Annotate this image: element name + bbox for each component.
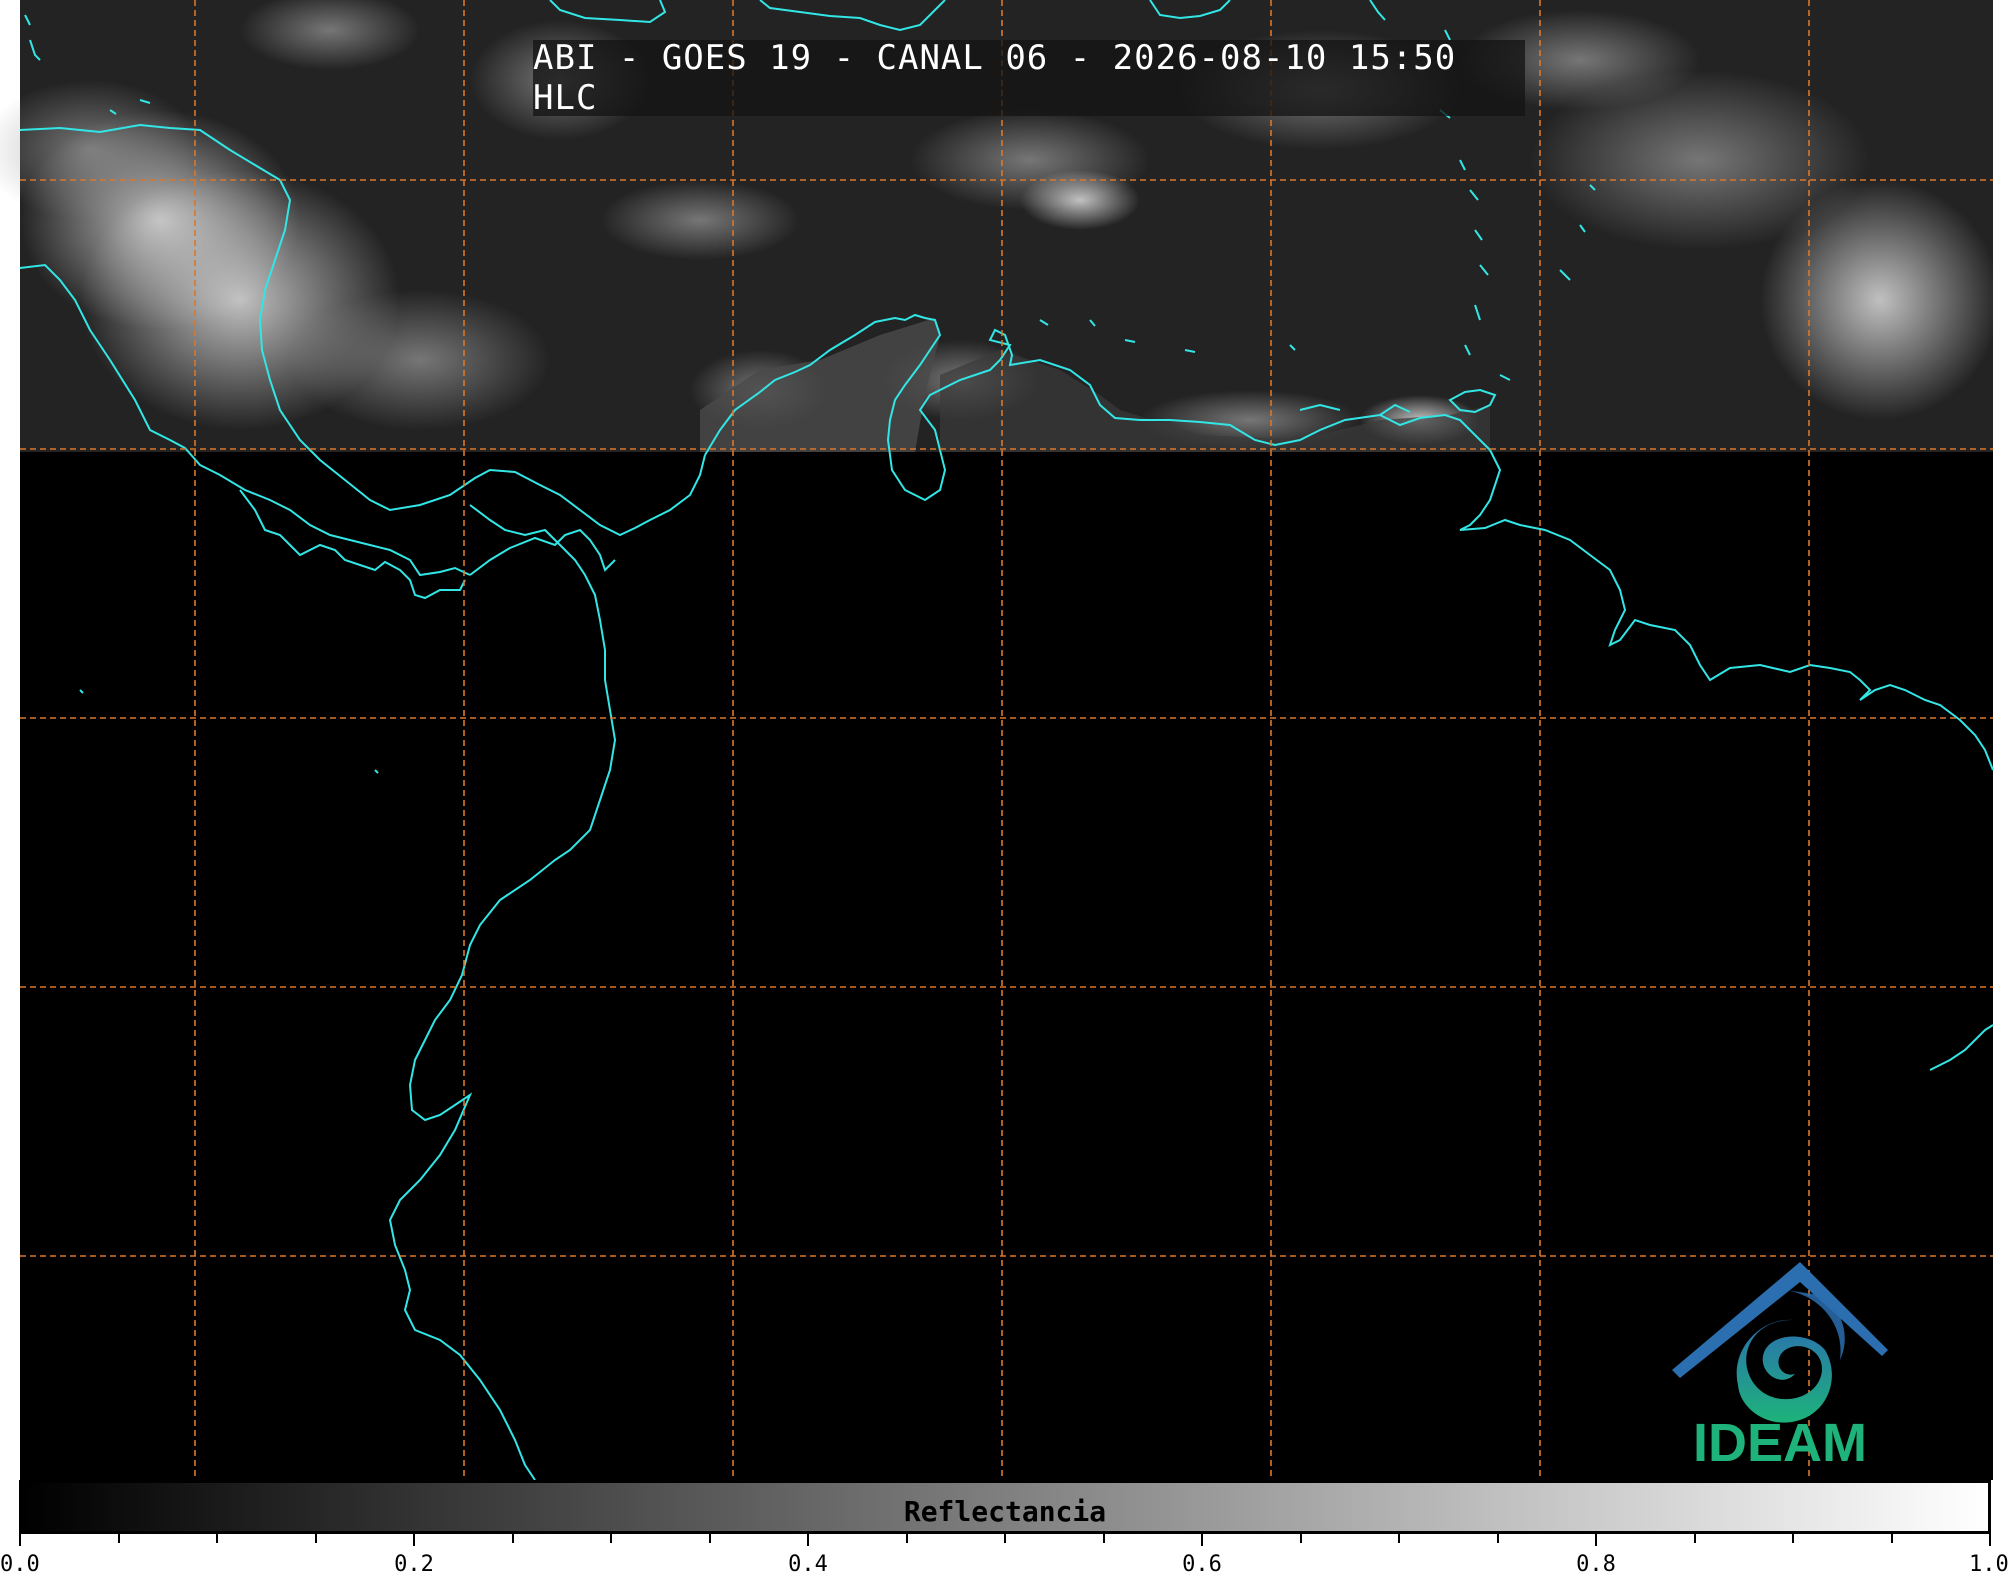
colorbar-minor-tick: [511, 1534, 514, 1543]
colorbar-major-tick: [413, 1534, 415, 1546]
colorbar-minor-tick: [1792, 1534, 1794, 1543]
colorbar-minor-tick: [905, 1534, 908, 1543]
colorbar-minor-tick: [1496, 1534, 1499, 1543]
colorbar-tick-label: 0.6: [1182, 1552, 1222, 1577]
colorbar: Reflectancia: [19, 1480, 1991, 1534]
colorbar-label: Reflectancia: [903, 1495, 1107, 1528]
image-title: ABI - GOES 19 - CANAL 06 - 2026-08-10 15…: [533, 38, 1525, 118]
colorbar-minor-tick: [1693, 1534, 1696, 1543]
colorbar-major-tick: [1201, 1534, 1203, 1546]
colorbar-major-tick: [1595, 1534, 1597, 1546]
colorbar-tick-label: 0.4: [788, 1552, 828, 1577]
colorbar-major-tick: [1989, 1534, 1991, 1546]
colorbar-major-tick: [807, 1534, 809, 1546]
colorbar-minor-tick: [1299, 1534, 1302, 1543]
colorbar-major-tick: [19, 1534, 21, 1546]
colorbar-minor-tick: [1004, 1534, 1006, 1543]
colorbar-minor-tick: [117, 1534, 120, 1543]
ideam-logo-text: IDEAM: [1693, 1413, 1867, 1473]
colorbar-tick-label: 0.2: [394, 1552, 434, 1577]
colorbar-minor-tick: [610, 1534, 612, 1543]
colorbar-tick-label: 0.8: [1576, 1552, 1616, 1577]
colorbar-tick-label: 1.0: [1969, 1552, 2009, 1577]
colorbar-minor-tick: [1890, 1534, 1893, 1543]
colorbar-minor-tick: [216, 1534, 218, 1543]
colorbar-minor-tick: [1398, 1534, 1400, 1543]
colorbar-minor-tick: [1102, 1534, 1105, 1543]
colorbar-tick-label: 0.0: [0, 1552, 40, 1577]
colorbar-minor-tick: [708, 1534, 711, 1543]
colorbar-minor-tick: [314, 1534, 317, 1543]
